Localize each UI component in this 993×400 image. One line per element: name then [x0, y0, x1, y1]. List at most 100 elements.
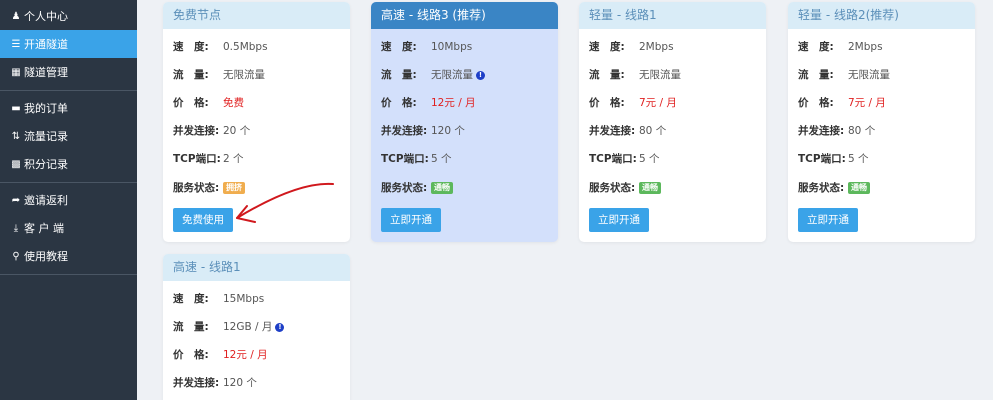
- plan-traffic-row: 流 量: 无限流量: [589, 67, 681, 83]
- plan-status-row: 服务状态: 通畅: [381, 180, 453, 196]
- tcp-value: 5 个: [639, 153, 660, 165]
- concurrent-label: 并发连接:: [381, 125, 428, 137]
- open-now-button[interactable]: 立即开通: [589, 208, 649, 232]
- status-badge: 通畅: [431, 182, 453, 194]
- sidebar-item-client[interactable]: ⤓ 客 户 端: [0, 214, 137, 242]
- annotation-arrow: [236, 182, 334, 223]
- traffic-label: 流 量:: [589, 69, 625, 81]
- plan-traffic-row: 流 量: 无限流量!: [381, 67, 485, 83]
- sidebar-item-tutorial[interactable]: ⚲ 使用教程: [0, 242, 137, 270]
- user-icon: ♟: [11, 10, 21, 22]
- plan-price-row: 价 格: 12元 / 月: [173, 347, 268, 363]
- plan-concurrent-row: 并发连接: 120 个: [173, 375, 257, 391]
- open-now-button[interactable]: 立即开通: [381, 208, 441, 232]
- speed-label: 速 度:: [589, 41, 625, 53]
- plan-card-title: 免费节点: [163, 2, 350, 29]
- plan-concurrent-row: 并发连接: 80 个: [589, 123, 666, 139]
- card-icon: ▬: [11, 102, 21, 114]
- sidebar-item-invite[interactable]: ➦ 邀请返利: [0, 186, 137, 214]
- sidebar-item-points-log[interactable]: ▩ 积分记录: [0, 150, 137, 178]
- speed-label: 速 度:: [173, 41, 209, 53]
- status-label: 服务状态:: [589, 182, 636, 194]
- tcp-label: TCP端口:: [173, 153, 221, 165]
- speed-label: 速 度:: [381, 41, 417, 53]
- sidebar: ♟ 个人中心 ☰ 开通隧道 ▦ 隧道管理 ▬ 我的订单 ⇅ 流量记录 ▩ 积分记…: [0, 0, 137, 400]
- tcp-value: 2 个: [223, 153, 244, 165]
- plan-speed-row: 速 度: 15Mbps: [173, 291, 264, 307]
- traffic-value: 无限流量: [639, 69, 681, 81]
- plan-card-high-speed-1: 高速 - 线路1 速 度: 15Mbps 流 量: 12GB / 月! 价 格:…: [163, 254, 350, 400]
- plan-traffic-row: 流 量: 无限流量: [173, 67, 265, 83]
- sidebar-item-label: 积分记录: [24, 158, 68, 171]
- price-label: 价 格:: [381, 97, 417, 109]
- tcp-value: 5 个: [848, 153, 869, 165]
- status-label: 服务状态:: [381, 182, 428, 194]
- concurrent-value: 80 个: [639, 125, 667, 137]
- plan-concurrent-row: 并发连接: 120 个: [381, 123, 465, 139]
- plan-card-title: 高速 - 线路1: [163, 254, 350, 281]
- list-icon: ☰: [11, 38, 21, 50]
- price-label: 价 格:: [589, 97, 625, 109]
- tcp-label: TCP端口:: [798, 153, 846, 165]
- plan-tcp-row: TCP端口: 5 个: [798, 151, 869, 167]
- traffic-value: 无限流量: [223, 69, 265, 81]
- sidebar-item-profile[interactable]: ♟ 个人中心: [0, 2, 137, 30]
- plan-card-light-1: 轻量 - 线路1 速 度: 2Mbps 流 量: 无限流量 价 格: 7元 / …: [579, 2, 766, 242]
- info-icon[interactable]: !: [275, 322, 285, 332]
- sidebar-item-tunnel-manage[interactable]: ▦ 隧道管理: [0, 58, 137, 86]
- sidebar-item-label: 客 户 端: [24, 222, 64, 235]
- plan-price-row: 价 格: 7元 / 月: [798, 95, 886, 111]
- speed-value: 2Mbps: [639, 41, 674, 53]
- traffic-value: 12GB / 月!: [223, 319, 285, 335]
- plan-price-row: 价 格: 7元 / 月: [589, 95, 677, 111]
- price-label: 价 格:: [173, 97, 209, 109]
- tcp-label: TCP端口:: [381, 153, 429, 165]
- plan-price-row: 价 格: 12元 / 月: [381, 95, 476, 111]
- traffic-label: 流 量:: [798, 69, 834, 81]
- plan-tcp-row: TCP端口: 2 个: [173, 151, 244, 167]
- speed-value: 10Mbps: [431, 41, 473, 53]
- plan-card-high-speed-3: 高速 - 线路3 (推荐) 速 度: 10Mbps 流 量: 无限流量! 价 格…: [371, 2, 558, 242]
- tcp-label: TCP端口:: [589, 153, 637, 165]
- grid-icon: ▩: [11, 158, 21, 170]
- sidebar-item-label: 流量记录: [24, 130, 68, 143]
- concurrent-value: 120 个: [223, 377, 257, 389]
- plan-status-row: 服务状态: 通畅: [798, 180, 870, 196]
- traffic-label: 流 量:: [381, 69, 417, 81]
- plan-price-row: 价 格: 免费: [173, 95, 244, 111]
- concurrent-label: 并发连接:: [589, 125, 636, 137]
- plan-concurrent-row: 并发连接: 20 个: [173, 123, 250, 139]
- price-value: 12元 / 月: [431, 97, 476, 109]
- plan-speed-row: 速 度: 0.5Mbps: [173, 39, 268, 55]
- sort-icon: ⇅: [11, 130, 21, 142]
- sidebar-item-open-tunnel[interactable]: ☰ 开通隧道: [0, 30, 137, 58]
- plan-speed-row: 速 度: 2Mbps: [589, 39, 674, 55]
- sidebar-item-orders[interactable]: ▬ 我的订单: [0, 94, 137, 122]
- plan-card-title: 高速 - 线路3 (推荐): [371, 2, 558, 29]
- sidebar-item-label: 使用教程: [24, 250, 68, 263]
- sidebar-item-label: 个人中心: [24, 10, 68, 23]
- plan-card-light-2: 轻量 - 线路2(推荐) 速 度: 2Mbps 流 量: 无限流量 价 格: 7…: [788, 2, 975, 242]
- open-now-button[interactable]: 立即开通: [798, 208, 858, 232]
- sidebar-item-traffic-log[interactable]: ⇅ 流量记录: [0, 122, 137, 150]
- traffic-value-text: 无限流量: [431, 69, 473, 81]
- free-use-button[interactable]: 免费使用: [173, 208, 233, 232]
- concurrent-value: 120 个: [431, 125, 465, 137]
- speed-value: 2Mbps: [848, 41, 883, 53]
- speed-value: 15Mbps: [223, 293, 265, 305]
- sidebar-item-label: 邀请返利: [24, 194, 68, 207]
- info-icon[interactable]: !: [476, 70, 485, 80]
- sidebar-item-label: 开通隧道: [24, 38, 68, 51]
- status-label: 服务状态:: [798, 182, 845, 194]
- traffic-value: 无限流量: [848, 69, 890, 81]
- share-icon: ➦: [11, 194, 21, 206]
- price-value: 12元 / 月: [223, 349, 268, 361]
- concurrent-label: 并发连接:: [173, 125, 220, 137]
- status-badge: 通畅: [639, 182, 661, 194]
- price-label: 价 格:: [798, 97, 834, 109]
- price-value: 7元 / 月: [848, 97, 886, 109]
- divider: [0, 90, 137, 91]
- status-label: 服务状态:: [173, 182, 220, 194]
- download-icon: ⤓: [13, 222, 19, 234]
- table-icon: ▦: [11, 66, 21, 78]
